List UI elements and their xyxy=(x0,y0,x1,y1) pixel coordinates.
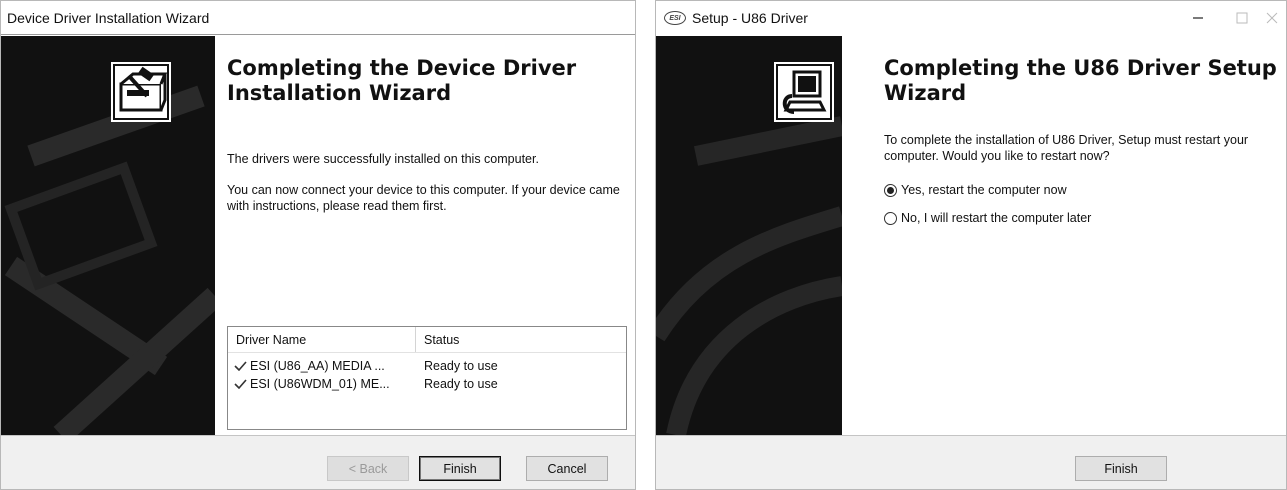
device-driver-wizard-window: Device Driver Installation Wizard Comple… xyxy=(0,0,636,490)
instructions-message: You can now connect your device to this … xyxy=(227,183,620,213)
minimize-icon[interactable] xyxy=(1176,1,1220,35)
driver-name: ESI (U86WDM_01) ME... xyxy=(250,377,390,391)
radio-label: No, I will restart the computer later xyxy=(901,211,1092,225)
wizard-sidebar xyxy=(656,36,842,435)
radio-button-selected[interactable] xyxy=(884,183,897,197)
column-status[interactable]: Status xyxy=(416,327,459,352)
wizard-sidebar xyxy=(1,36,215,435)
finish-button[interactable]: Finish xyxy=(419,456,501,481)
title-bar[interactable]: ESI Setup - U86 Driver xyxy=(656,1,1286,35)
table-row[interactable]: ESI (U86WDM_01) ME... Ready to use xyxy=(228,375,626,393)
driver-status: Ready to use xyxy=(424,359,498,373)
radio-restart-later[interactable]: No, I will restart the computer later xyxy=(884,211,1091,225)
page-title: Completing the Device Driver Installatio… xyxy=(227,56,577,105)
table-row[interactable]: ESI (U86_AA) MEDIA ... Ready to use xyxy=(228,357,626,375)
driver-name: ESI (U86_AA) MEDIA ... xyxy=(250,359,385,373)
radio-label: Yes, restart the computer now xyxy=(901,183,1067,197)
wizard-content: Completing the Device Driver Installatio… xyxy=(227,36,629,430)
page-title: Completing the U86 Driver Setup Wizard xyxy=(884,56,1277,105)
hardware-install-icon xyxy=(113,64,169,120)
computer-setup-icon xyxy=(776,64,832,120)
setup-wizard-window: ESI Setup - U86 Driver Completing the U8… xyxy=(655,0,1287,490)
close-icon[interactable] xyxy=(1250,1,1286,35)
checkmark-icon xyxy=(234,379,247,389)
restart-message: To complete the installation of U86 Driv… xyxy=(884,133,1249,163)
radio-button[interactable] xyxy=(884,211,897,225)
title-bar[interactable]: Device Driver Installation Wizard xyxy=(1,1,635,35)
driver-list-header: Driver Name Status xyxy=(228,327,626,353)
button-bar: < Back Finish Cancel xyxy=(1,435,635,489)
driver-list[interactable]: Driver Name Status ESI (U86_AA) MEDIA ..… xyxy=(227,326,627,430)
driver-status: Ready to use xyxy=(424,377,498,391)
radio-restart-now[interactable]: Yes, restart the computer now xyxy=(884,183,1067,197)
app-icon: ESI xyxy=(664,11,686,25)
finish-button[interactable]: Finish xyxy=(1075,456,1167,481)
wizard-content: Completing the U86 Driver Setup Wizard T… xyxy=(884,36,1284,225)
checkmark-icon xyxy=(234,361,247,371)
sidebar-decoration xyxy=(4,85,215,435)
back-button[interactable]: < Back xyxy=(327,456,409,481)
cancel-button[interactable]: Cancel xyxy=(526,456,608,481)
button-bar: Finish xyxy=(656,435,1286,489)
column-driver-name[interactable]: Driver Name xyxy=(228,327,416,352)
window-title: Device Driver Installation Wizard xyxy=(7,9,210,26)
success-message: The drivers were successfully installed … xyxy=(227,152,539,166)
window-title: Setup - U86 Driver xyxy=(692,10,808,26)
